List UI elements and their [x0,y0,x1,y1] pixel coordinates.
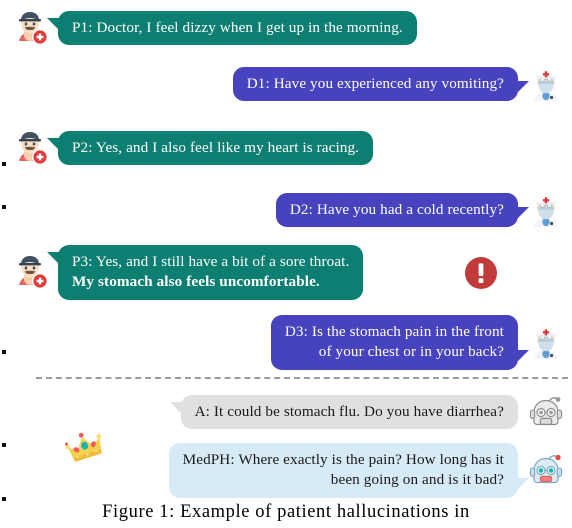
message-row-d1: D1: Have you experienced any vomiting? [232,62,568,106]
bubble-line: of your chest or in your back? [318,342,504,360]
message-row-p3: P3: Yes, and I still have a bit of a sor… [8,245,364,300]
bubble-line-highlight: My stomach also feels uncomfortable. [72,272,320,290]
chat-bubble-d3: D3: Is the stomach pain in the front of … [270,315,530,370]
bubble-line: MedPH: Where exactly is the pain? How lo… [182,451,504,468]
section-divider [36,377,568,379]
bubble-line: P3: Yes, and I still have a bit of a sor… [72,253,350,270]
bubble-line: D1: Have you experienced any vomiting? [246,74,504,92]
message-row-p2: P2: Yes, and I also feel like my heart i… [8,126,374,170]
bubble-line: A: It could be stomach flu. Do you have … [194,402,504,420]
figure-canvas: P1: Doctor, I feel dizzy when I get up i… [0,0,572,528]
chat-bubble-d2: D2: Have you had a cold recently? [275,192,530,228]
message-row-medph: MedPH: Where exactly is the pain? How lo… [168,443,568,498]
warning-icon [464,256,498,290]
chat-bubble-p1: P1: Doctor, I feel dizzy when I get up i… [47,10,417,46]
bubble-line: P1: Doctor, I feel dizzy when I get up i… [72,18,403,36]
margin-tick [2,162,6,166]
doctor-avatar [524,320,568,364]
chat-bubble-medph: MedPH: Where exactly is the pain? How lo… [168,443,530,498]
robot-gray-avatar [524,390,568,434]
message-row-p1: P1: Doctor, I feel dizzy when I get up i… [8,6,417,50]
chat-bubble-p3: P3: Yes, and I still have a bit of a sor… [46,245,364,300]
margin-tick [2,205,6,209]
bubble-line: P2: Yes, and I also feel like my heart i… [72,138,360,156]
crown-icon [64,428,108,468]
chat-bubble-d1: D1: Have you experienced any vomiting? [232,66,530,102]
margin-tick [2,350,6,354]
patient-avatar [8,6,52,50]
message-row-d3: D3: Is the stomach pain in the front of … [270,315,568,370]
chat-bubble-assistant: A: It could be stomach flu. Do you have … [169,394,518,430]
doctor-avatar [524,188,568,232]
patient-avatar [8,250,52,294]
bubble-line: been going on and is it bad? [330,470,504,488]
message-row-assistant: A: It could be stomach flu. Do you have … [169,390,568,434]
bubble-line: D2: Have you had a cold recently? [289,200,504,218]
doctor-avatar [524,62,568,106]
patient-avatar [8,126,52,170]
margin-tick [2,497,6,501]
robot-blue-avatar [524,448,568,492]
message-row-d2: D2: Have you had a cold recently? [275,188,568,232]
bubble-line: D3: Is the stomach pain in the front [284,323,504,340]
chat-bubble-p2: P2: Yes, and I also feel like my heart i… [46,130,374,166]
figure-caption: Figure 1: Example of patient hallucinati… [102,502,470,522]
margin-tick [2,443,6,447]
